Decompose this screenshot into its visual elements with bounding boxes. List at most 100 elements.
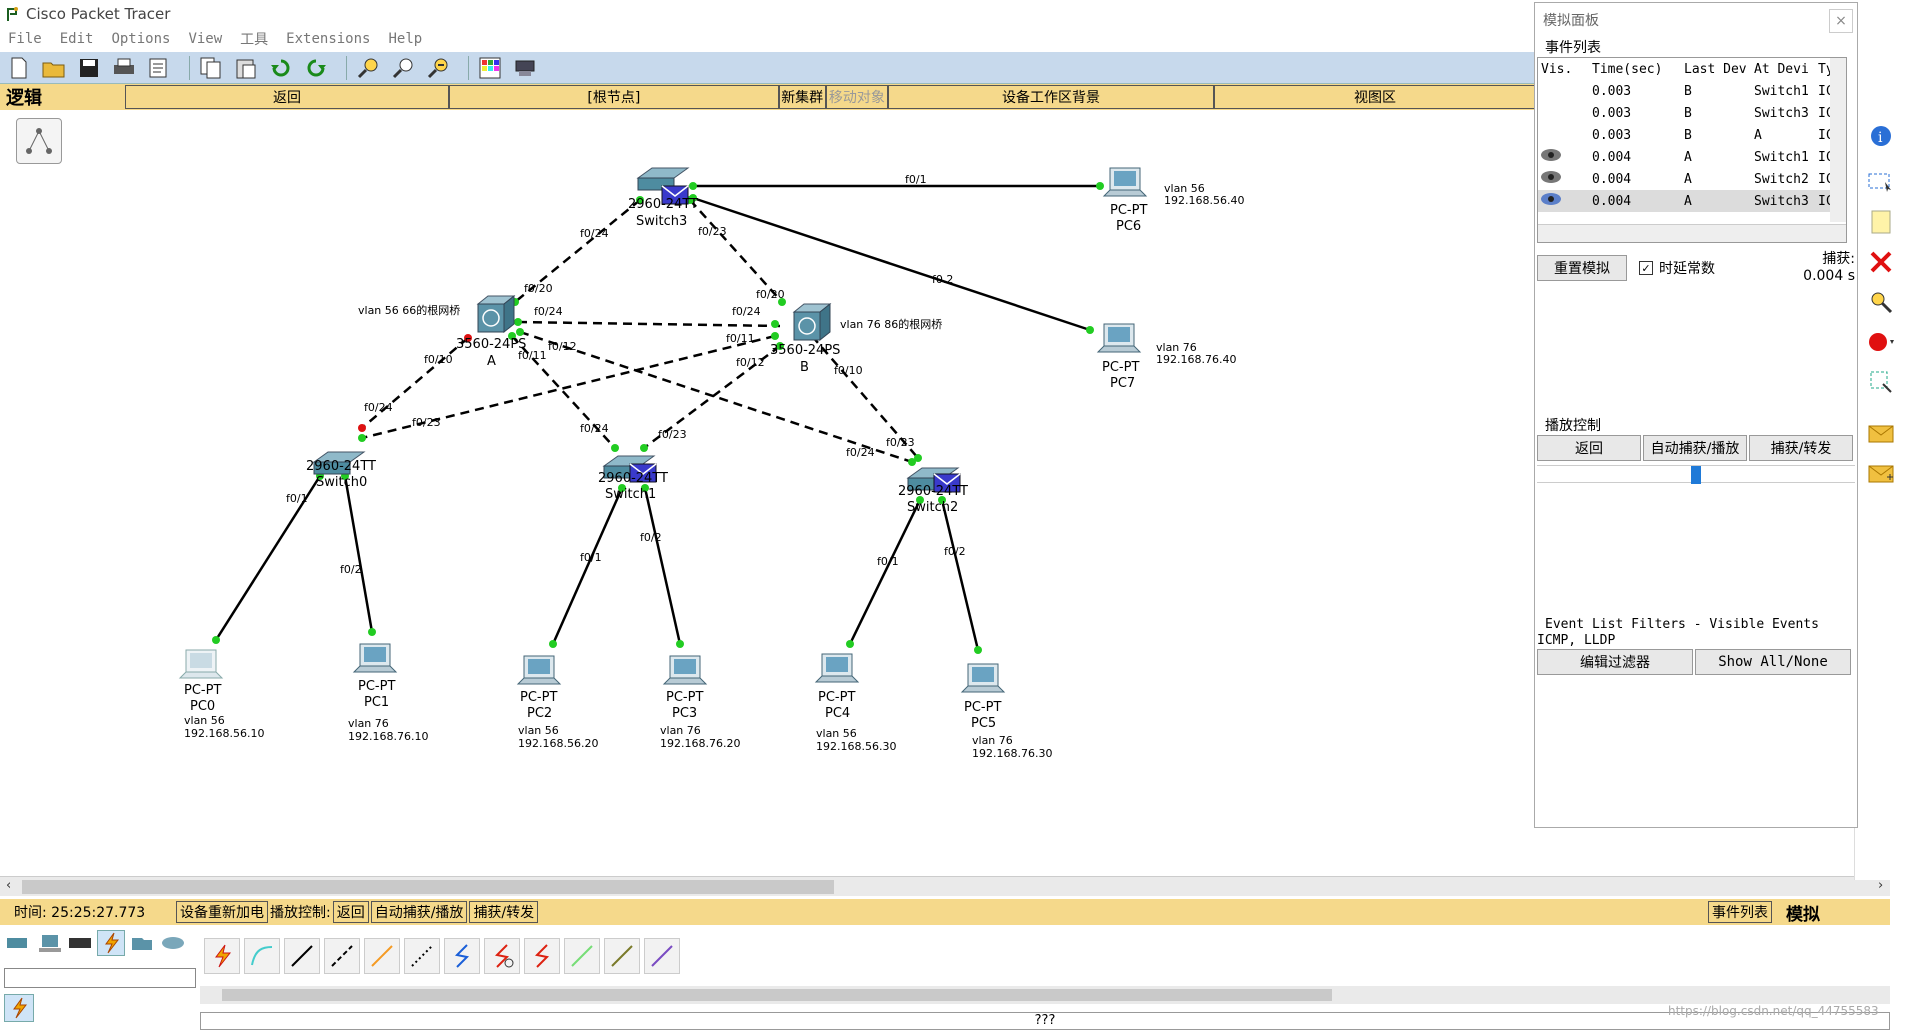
event-row[interactable]: 0.003 B Switch3 IC	[1538, 102, 1846, 124]
end-devices-icon[interactable]	[35, 930, 63, 956]
viewport-button[interactable]: 视图区	[1214, 85, 1536, 109]
misc-devices-icon[interactable]	[128, 930, 156, 956]
delete-icon[interactable]	[1863, 244, 1899, 280]
menu-extensions[interactable]: Extensions	[286, 31, 370, 47]
logical-canvas[interactable]: 2960-24TT Switch3 3560-24PS A vlan 56 66…	[0, 110, 1536, 875]
serial-dte-cable-icon[interactable]	[524, 938, 560, 974]
slider-knob[interactable]	[1691, 466, 1701, 484]
capture-forward-button[interactable]: 捕获/转发	[1749, 435, 1853, 461]
power-cycle-button[interactable]: 设备重新加电	[176, 901, 268, 923]
menu-options[interactable]: Options	[111, 31, 170, 47]
event-row[interactable]: 0.004 A Switch1 IC	[1538, 146, 1846, 168]
scrollbar-thumb[interactable]	[222, 989, 1332, 1001]
menu-tools[interactable]: 工具	[240, 29, 268, 49]
column-header[interactable]: Time(sec)	[1590, 62, 1682, 77]
status-back-button[interactable]: 返回	[332, 901, 369, 923]
custom-device-icon[interactable]	[512, 55, 538, 81]
paste-icon[interactable]	[233, 55, 259, 81]
multiuser-icon[interactable]	[159, 930, 187, 956]
event-row[interactable]: 0.003 B Switch1 IC	[1538, 80, 1846, 102]
event-row[interactable]: 0.004 A Switch2 IC	[1538, 168, 1846, 190]
palette-icon[interactable]	[477, 55, 503, 81]
status-capture-forward-button[interactable]: 捕获/转发	[469, 901, 539, 923]
pc1-model-label: PC-PT	[358, 679, 395, 694]
constant-delay-checkbox[interactable]: ✓	[1639, 261, 1653, 275]
components-icon[interactable]	[66, 930, 94, 956]
iot-custom-cable-icon[interactable]	[604, 938, 640, 974]
new-cluster-button[interactable]: 新集群	[778, 85, 826, 109]
move-object-button[interactable]: 移动对象	[825, 85, 889, 109]
scroll-left-icon[interactable]: ‹	[6, 878, 11, 893]
simulation-mode-tab[interactable]: 模拟	[1786, 900, 1820, 925]
octal-cable-icon[interactable]	[564, 938, 600, 974]
auto-connection-icon[interactable]	[204, 938, 240, 974]
save-icon[interactable]	[76, 55, 102, 81]
copy-icon[interactable]	[198, 55, 224, 81]
auto-capture-play-button[interactable]: 自动捕获/播放	[1643, 435, 1747, 461]
menu-help[interactable]: Help	[388, 31, 422, 47]
logical-workspace-label[interactable]: 逻辑	[0, 84, 125, 110]
root-node-button[interactable]: [根节点]	[448, 85, 779, 109]
last-device-cell: B	[1684, 83, 1692, 99]
menu-edit[interactable]: Edit	[60, 31, 94, 47]
column-header[interactable]: Last Dev	[1682, 62, 1752, 77]
play-back-button[interactable]: 返回	[1537, 435, 1641, 461]
menu-file[interactable]: File	[8, 31, 42, 47]
canvas-horizontal-scrollbar[interactable]: ‹ ›	[0, 876, 1890, 896]
place-note-icon[interactable]	[1863, 204, 1899, 240]
connections-icon[interactable]	[97, 930, 125, 956]
add-simple-pdu-icon[interactable]	[1863, 416, 1899, 452]
phone-cable-icon[interactable]	[404, 938, 440, 974]
network-devices-icon[interactable]	[4, 930, 32, 956]
back-button[interactable]: 返回	[125, 85, 449, 109]
pc4-model-label: PC-PT	[818, 690, 855, 705]
event-list-table[interactable]: Vis. Time(sec) Last Dev At Devi Ty 0.003…	[1537, 57, 1847, 243]
status-auto-capture-button[interactable]: 自动捕获/播放	[370, 901, 468, 923]
zoom-in-icon[interactable]	[355, 55, 381, 81]
inspect-icon[interactable]	[1863, 284, 1899, 320]
scroll-right-icon[interactable]: ›	[1878, 878, 1883, 893]
menu-view[interactable]: View	[188, 31, 222, 47]
activity-wizard-icon[interactable]	[146, 55, 172, 81]
resize-shape-icon[interactable]	[1863, 364, 1899, 400]
straight-through-cable-icon[interactable]	[284, 938, 320, 974]
new-file-icon[interactable]	[6, 55, 32, 81]
pc5-device	[960, 663, 1006, 693]
event-list-toggle-button[interactable]: 事件列表	[1708, 901, 1772, 923]
cluster-navigator-icon[interactable]	[16, 118, 62, 164]
device-search-input[interactable]	[4, 968, 196, 988]
print-icon[interactable]	[111, 55, 137, 81]
event-list-horizontal-scrollbar[interactable]	[1538, 224, 1846, 242]
port-label: f0/24	[364, 401, 393, 414]
edit-filters-button[interactable]: 编辑过滤器	[1537, 649, 1693, 675]
zoom-out-icon[interactable]	[425, 55, 451, 81]
redo-icon[interactable]	[303, 55, 329, 81]
event-list-vertical-scrollbar[interactable]	[1830, 58, 1846, 222]
select-tool-icon[interactable]	[1863, 164, 1899, 200]
column-header[interactable]: At Devi	[1752, 62, 1816, 77]
column-header[interactable]: Vis.	[1538, 62, 1590, 77]
serial-dce-cable-icon[interactable]	[484, 938, 520, 974]
crossover-cable-icon[interactable]	[324, 938, 360, 974]
add-complex-pdu-icon[interactable]	[1863, 456, 1899, 492]
scrollbar-thumb[interactable]	[22, 880, 834, 894]
zoom-reset-icon[interactable]	[390, 55, 416, 81]
usb-cable-icon[interactable]	[644, 938, 680, 974]
coaxial-cable-icon[interactable]	[444, 938, 480, 974]
undo-icon[interactable]	[268, 55, 294, 81]
mlsA-name-label: A	[487, 354, 496, 369]
show-all-none-button[interactable]: Show All/None	[1695, 649, 1851, 675]
console-cable-icon[interactable]	[244, 938, 280, 974]
event-row-selected[interactable]: 0.004 A Switch3 IC	[1538, 190, 1846, 212]
selected-connection-icon[interactable]	[4, 994, 34, 1022]
close-icon[interactable]: ×	[1829, 9, 1853, 33]
open-folder-icon[interactable]	[41, 55, 67, 81]
info-icon[interactable]: i	[1863, 118, 1899, 154]
event-row[interactable]: 0.003 B A IC	[1538, 124, 1846, 146]
play-speed-slider[interactable]	[1537, 465, 1855, 484]
draw-shape-icon[interactable]	[1863, 324, 1899, 360]
reset-simulation-button[interactable]: 重置模拟	[1537, 255, 1627, 281]
fiber-cable-icon[interactable]	[364, 938, 400, 974]
connection-types-scrollbar[interactable]	[200, 986, 1890, 1004]
workspace-background-button[interactable]: 设备工作区背景	[888, 85, 1214, 109]
